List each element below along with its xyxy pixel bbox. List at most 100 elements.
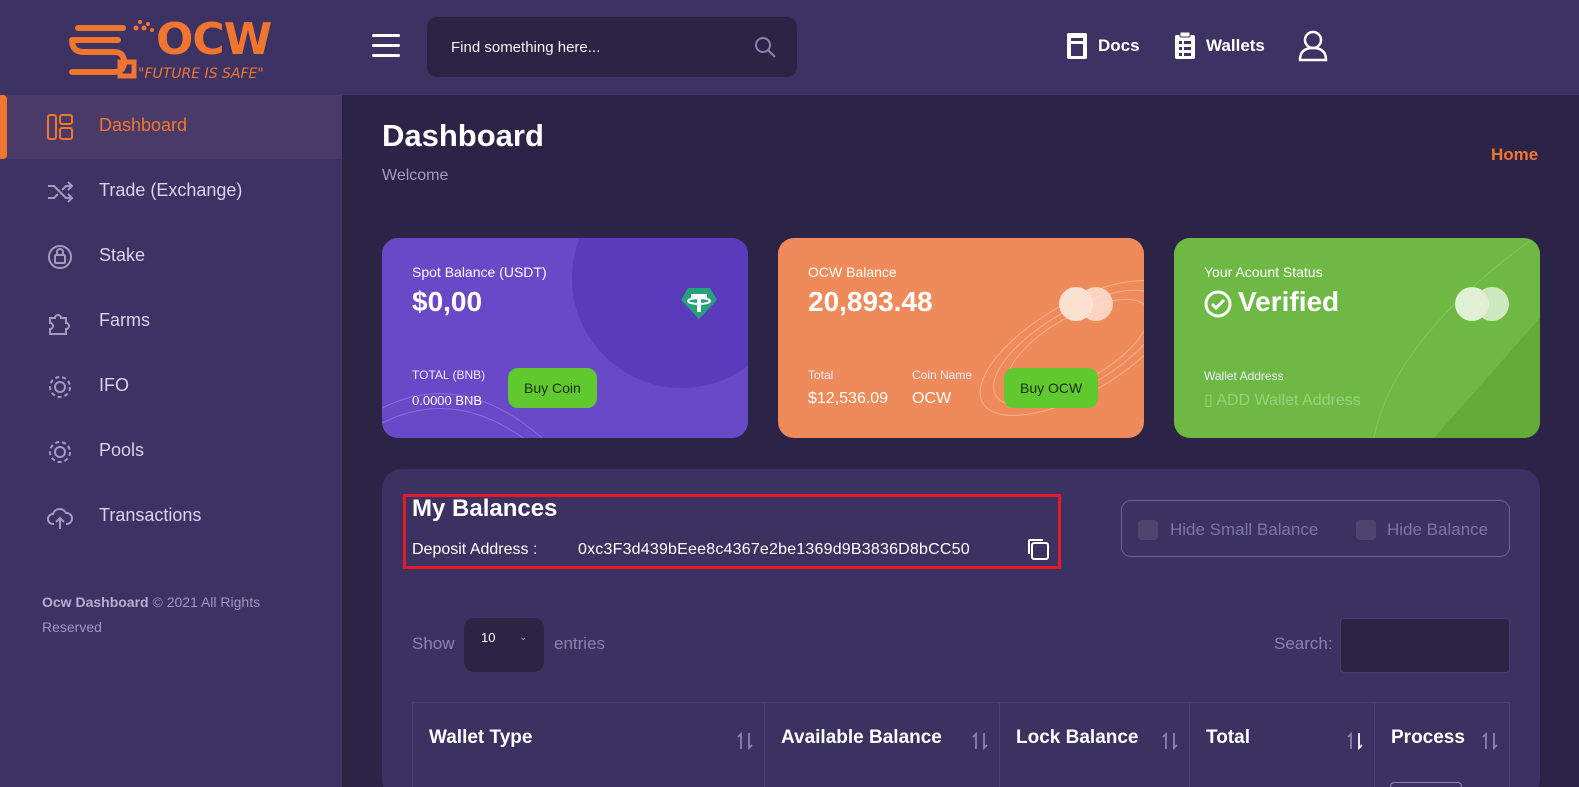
hamburger-line (372, 44, 400, 47)
sidebar-item-stake[interactable]: Stake (0, 225, 342, 289)
docs-link-label: Docs (1098, 36, 1140, 55)
menu-toggle-button[interactable] (372, 34, 400, 58)
total-value: $12,536.09 (808, 390, 889, 407)
total-bnb-label: TOTAL (BNB) (412, 368, 486, 382)
copy-icon[interactable] (1026, 537, 1050, 561)
sidebar-item-farms[interactable]: Farms (0, 290, 342, 354)
sidebar-item-transactions[interactable]: Transactions (0, 485, 342, 549)
coin-name-value: OCW (912, 390, 952, 407)
column-header-total[interactable]: Total (1189, 703, 1374, 787)
sort-icon (1162, 731, 1178, 751)
mastercard-icon (1455, 287, 1509, 321)
sidebar-item-label: Trade (Exchange) (99, 180, 243, 200)
wallets-link[interactable]: Wallets (1174, 30, 1265, 62)
balances-table-header: Wallet Type Available Balance Lock Balan… (412, 702, 1510, 787)
table-search-input[interactable] (1340, 618, 1510, 673)
sidebar-item-label: Pools (99, 440, 145, 460)
sidebar: Dashboard Trade (Exchange) Stake Farms I… (0, 95, 342, 787)
account-status-value: Verified (1238, 286, 1340, 317)
sort-icon (1482, 731, 1498, 751)
column-header-label: Lock Balance (1016, 727, 1139, 748)
hide-balance-checkbox[interactable] (1356, 520, 1376, 540)
page-title: Dashboard (382, 118, 544, 153)
add-wallet-address-text: ADD Wallet Address (1216, 392, 1361, 409)
shuffle-icon (48, 181, 74, 203)
hide-small-balance-label: Hide Small Balance (1170, 520, 1319, 539)
deposit-address-label: Deposit Address : (412, 541, 538, 558)
hamburger-line (372, 34, 400, 37)
hamburger-line (372, 54, 400, 57)
sidebar-item-label: Dashboard (99, 115, 188, 135)
sidebar-item-dashboard[interactable]: Dashboard (0, 95, 342, 159)
cloud-upload-icon (47, 508, 73, 529)
show-label: Show (412, 634, 455, 653)
stake-icon (48, 245, 72, 269)
balance-filter-box: Hide Small Balance Hide Balance (1121, 500, 1510, 557)
column-header-label: Available Balance (781, 727, 942, 748)
sidebar-footer: Ocw Dashboard © 2021 All Rights Reserved (42, 590, 302, 640)
column-header-wallet-type[interactable]: Wallet Type (412, 703, 764, 787)
top-header: OCW "FUTURE IS SAFE" Docs Wallets (0, 0, 1579, 95)
entries-label: entries (554, 634, 606, 653)
ocw-logo[interactable]: OCW "FUTURE IS SAFE" (68, 14, 278, 84)
column-header-lock-balance[interactable]: Lock Balance (999, 703, 1189, 787)
search-icon[interactable] (753, 35, 777, 59)
clipboard-icon (1175, 32, 1195, 59)
ocw-balance-card: OCW Balance 20,893.48 Total $12,536.09 C… (778, 238, 1144, 438)
sidebar-item-ifo[interactable]: IFO (0, 355, 342, 419)
total-label: Total (808, 368, 834, 382)
entries-select-value: 10 (481, 630, 496, 645)
buy-coin-button[interactable]: Buy Coin (508, 368, 597, 408)
sidebar-item-pools[interactable]: Pools (0, 420, 342, 484)
hide-small-balance-checkbox[interactable] (1138, 520, 1158, 540)
docs-link[interactable]: Docs (1066, 30, 1140, 62)
ocw-balance-value: 20,893.48 (808, 286, 933, 317)
process-button[interactable] (1390, 782, 1462, 787)
column-header-label: Wallet Type (429, 727, 533, 748)
puzzle-icon (49, 314, 70, 335)
tether-icon (681, 288, 717, 319)
search-bar (427, 17, 797, 77)
docs-icon (1067, 33, 1087, 59)
search-input[interactable] (451, 35, 741, 59)
hide-balance-label: Hide Balance (1387, 520, 1489, 539)
table-search-label: Search: (1274, 634, 1333, 653)
wallets-link-label: Wallets (1206, 36, 1265, 55)
page-subtitle: Welcome (382, 167, 449, 184)
total-bnb-value: 0.0000 BNB (412, 393, 483, 408)
spot-balance-value: $0,00 (412, 286, 483, 317)
logo-text: OCW (156, 14, 272, 65)
sidebar-item-trade[interactable]: Trade (Exchange) (0, 160, 342, 224)
column-header-label: Process (1391, 727, 1465, 748)
sidebar-item-label: Stake (99, 245, 146, 265)
breadcrumb-home[interactable]: Home (1491, 145, 1538, 165)
mastercard-icon (1059, 287, 1113, 321)
gear-icon (49, 376, 71, 398)
account-status-card: Your Acount Status Verified Wallet Addre… (1174, 238, 1540, 438)
chevron-down-icon: ⌄ (519, 632, 528, 643)
entries-select[interactable]: 10 ⌄ (464, 618, 544, 672)
sidebar-item-label: IFO (99, 375, 129, 395)
buy-ocw-button[interactable]: Buy OCW (1004, 368, 1099, 408)
ocw-balance-label: OCW Balance (808, 264, 897, 280)
check-circle-icon (1204, 290, 1232, 318)
gear-icon (49, 441, 71, 463)
spot-balance-card: Spot Balance (USDT) $0,00 TOTAL (BNB) 0.… (382, 238, 748, 438)
footer-brand: Ocw Dashboard (42, 594, 149, 610)
logo-tagline: "FUTURE IS SAFE" (138, 66, 264, 82)
sidebar-item-label: Transactions (99, 505, 202, 525)
sort-icon (737, 731, 753, 751)
column-header-label: Total (1206, 727, 1250, 748)
wallet-placeholder-icon: ▯ (1204, 392, 1217, 409)
sidebar-item-label: Farms (99, 310, 150, 330)
user-icon[interactable] (1298, 30, 1328, 62)
spot-balance-label: Spot Balance (USDT) (412, 264, 547, 280)
account-status-label: Your Acount Status (1204, 264, 1323, 280)
deposit-address-value[interactable]: 0xc3F3d439bEee8c4367e2be1369d9B3836D8bCC… (578, 541, 970, 559)
wallet-address-label: Wallet Address (1204, 369, 1284, 383)
coin-name-label: Coin Name (912, 368, 973, 382)
add-wallet-address-link[interactable]: ▯ ADD Wallet Address (1204, 390, 1361, 410)
column-header-available-balance[interactable]: Available Balance (764, 703, 999, 787)
column-header-process[interactable]: Process (1374, 703, 1510, 787)
sort-icon (972, 731, 988, 751)
